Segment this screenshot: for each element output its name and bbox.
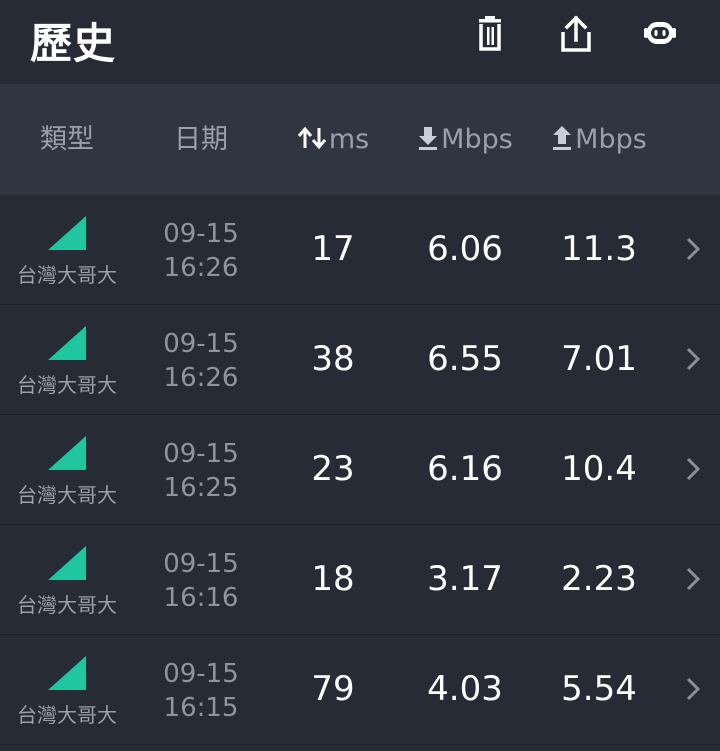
table-row[interactable]: 台灣大哥大 09-15 16:26 17 6.06 11.3 (0, 195, 720, 305)
column-type-header: 類型 (40, 124, 94, 155)
column-upload-header: Mbps (532, 84, 666, 195)
column-date-header: 日期 (174, 124, 228, 155)
cellular-signal-icon (48, 326, 86, 360)
test-datetime: 09-15 16:16 (134, 547, 268, 615)
test-date: 09-15 (163, 549, 239, 579)
latency-value: 23 (311, 449, 355, 489)
carrier-name: 台灣大哥大 (17, 593, 117, 617)
latency-value: 17 (311, 229, 355, 269)
table-header: 類型 日期 ms Mbps Mbps (0, 84, 720, 195)
test-time: 16:15 (163, 693, 239, 723)
chevron-right-icon[interactable] (682, 455, 704, 483)
test-datetime: 09-15 16:25 (134, 437, 268, 505)
carrier-name: 台灣大哥大 (17, 483, 117, 507)
share-icon[interactable] (556, 14, 596, 54)
carrier-name: 台灣大哥大 (17, 703, 117, 727)
table-row[interactable]: 台灣大哥大 09-15 16:25 23 6.16 10.4 (0, 415, 720, 525)
chevron-right-icon[interactable] (682, 235, 704, 263)
robot-icon[interactable] (640, 14, 680, 54)
test-time: 16:16 (163, 583, 239, 613)
download-value: 6.55 (427, 339, 503, 379)
download-unit-label: Mbps (441, 124, 513, 155)
test-time: 16:26 (163, 363, 239, 393)
download-value: 6.16 (427, 449, 503, 489)
upload-value: 10.4 (561, 449, 637, 489)
cellular-signal-icon (48, 546, 86, 580)
page-title: 歷史 (30, 19, 117, 68)
latency-value: 79 (311, 669, 355, 709)
test-time: 16:26 (163, 253, 239, 283)
test-datetime: 09-15 16:15 (134, 657, 268, 725)
chevron-right-icon[interactable] (682, 345, 704, 373)
latency-value: 18 (311, 559, 355, 599)
test-time: 16:25 (163, 473, 239, 503)
cellular-signal-icon (48, 656, 86, 690)
table-row[interactable]: 台灣大哥大 09-15 16:16 18 3.17 2.23 (0, 525, 720, 635)
test-datetime: 09-15 16:26 (134, 327, 268, 395)
upload-unit-label: Mbps (575, 124, 647, 155)
history-list: 台灣大哥大 09-15 16:26 17 6.06 11.3 台灣大哥大 09-… (0, 195, 720, 745)
latency-unit-label: ms (328, 124, 370, 155)
table-row[interactable]: 台灣大哥大 09-15 16:26 38 6.55 7.01 (0, 305, 720, 415)
upload-value: 11.3 (561, 229, 637, 269)
ping-arrows-icon (297, 126, 326, 149)
latency-value: 38 (311, 339, 355, 379)
upload-icon (553, 125, 572, 150)
download-icon (419, 126, 438, 150)
upload-value: 2.23 (561, 559, 637, 599)
trash-icon[interactable] (470, 14, 510, 54)
test-date: 09-15 (163, 219, 239, 249)
test-date: 09-15 (163, 329, 239, 359)
column-latency-header: ms (268, 84, 398, 195)
column-download-header: Mbps (398, 84, 532, 195)
top-bar: 歷史 (0, 0, 720, 84)
download-value: 6.06 (427, 229, 503, 269)
cellular-signal-icon (48, 216, 86, 250)
carrier-name: 台灣大哥大 (17, 263, 117, 287)
cellular-signal-icon (48, 436, 86, 470)
carrier-name: 台灣大哥大 (17, 373, 117, 397)
table-row[interactable]: 台灣大哥大 09-15 16:15 79 4.03 5.54 (0, 635, 720, 745)
upload-value: 5.54 (561, 669, 637, 709)
download-value: 3.17 (427, 559, 503, 599)
chevron-right-icon[interactable] (682, 565, 704, 593)
download-value: 4.03 (427, 669, 503, 709)
test-datetime: 09-15 16:26 (134, 217, 268, 285)
chevron-right-icon[interactable] (682, 675, 704, 703)
test-date: 09-15 (163, 439, 239, 469)
test-date: 09-15 (163, 659, 239, 689)
upload-value: 7.01 (561, 339, 637, 379)
